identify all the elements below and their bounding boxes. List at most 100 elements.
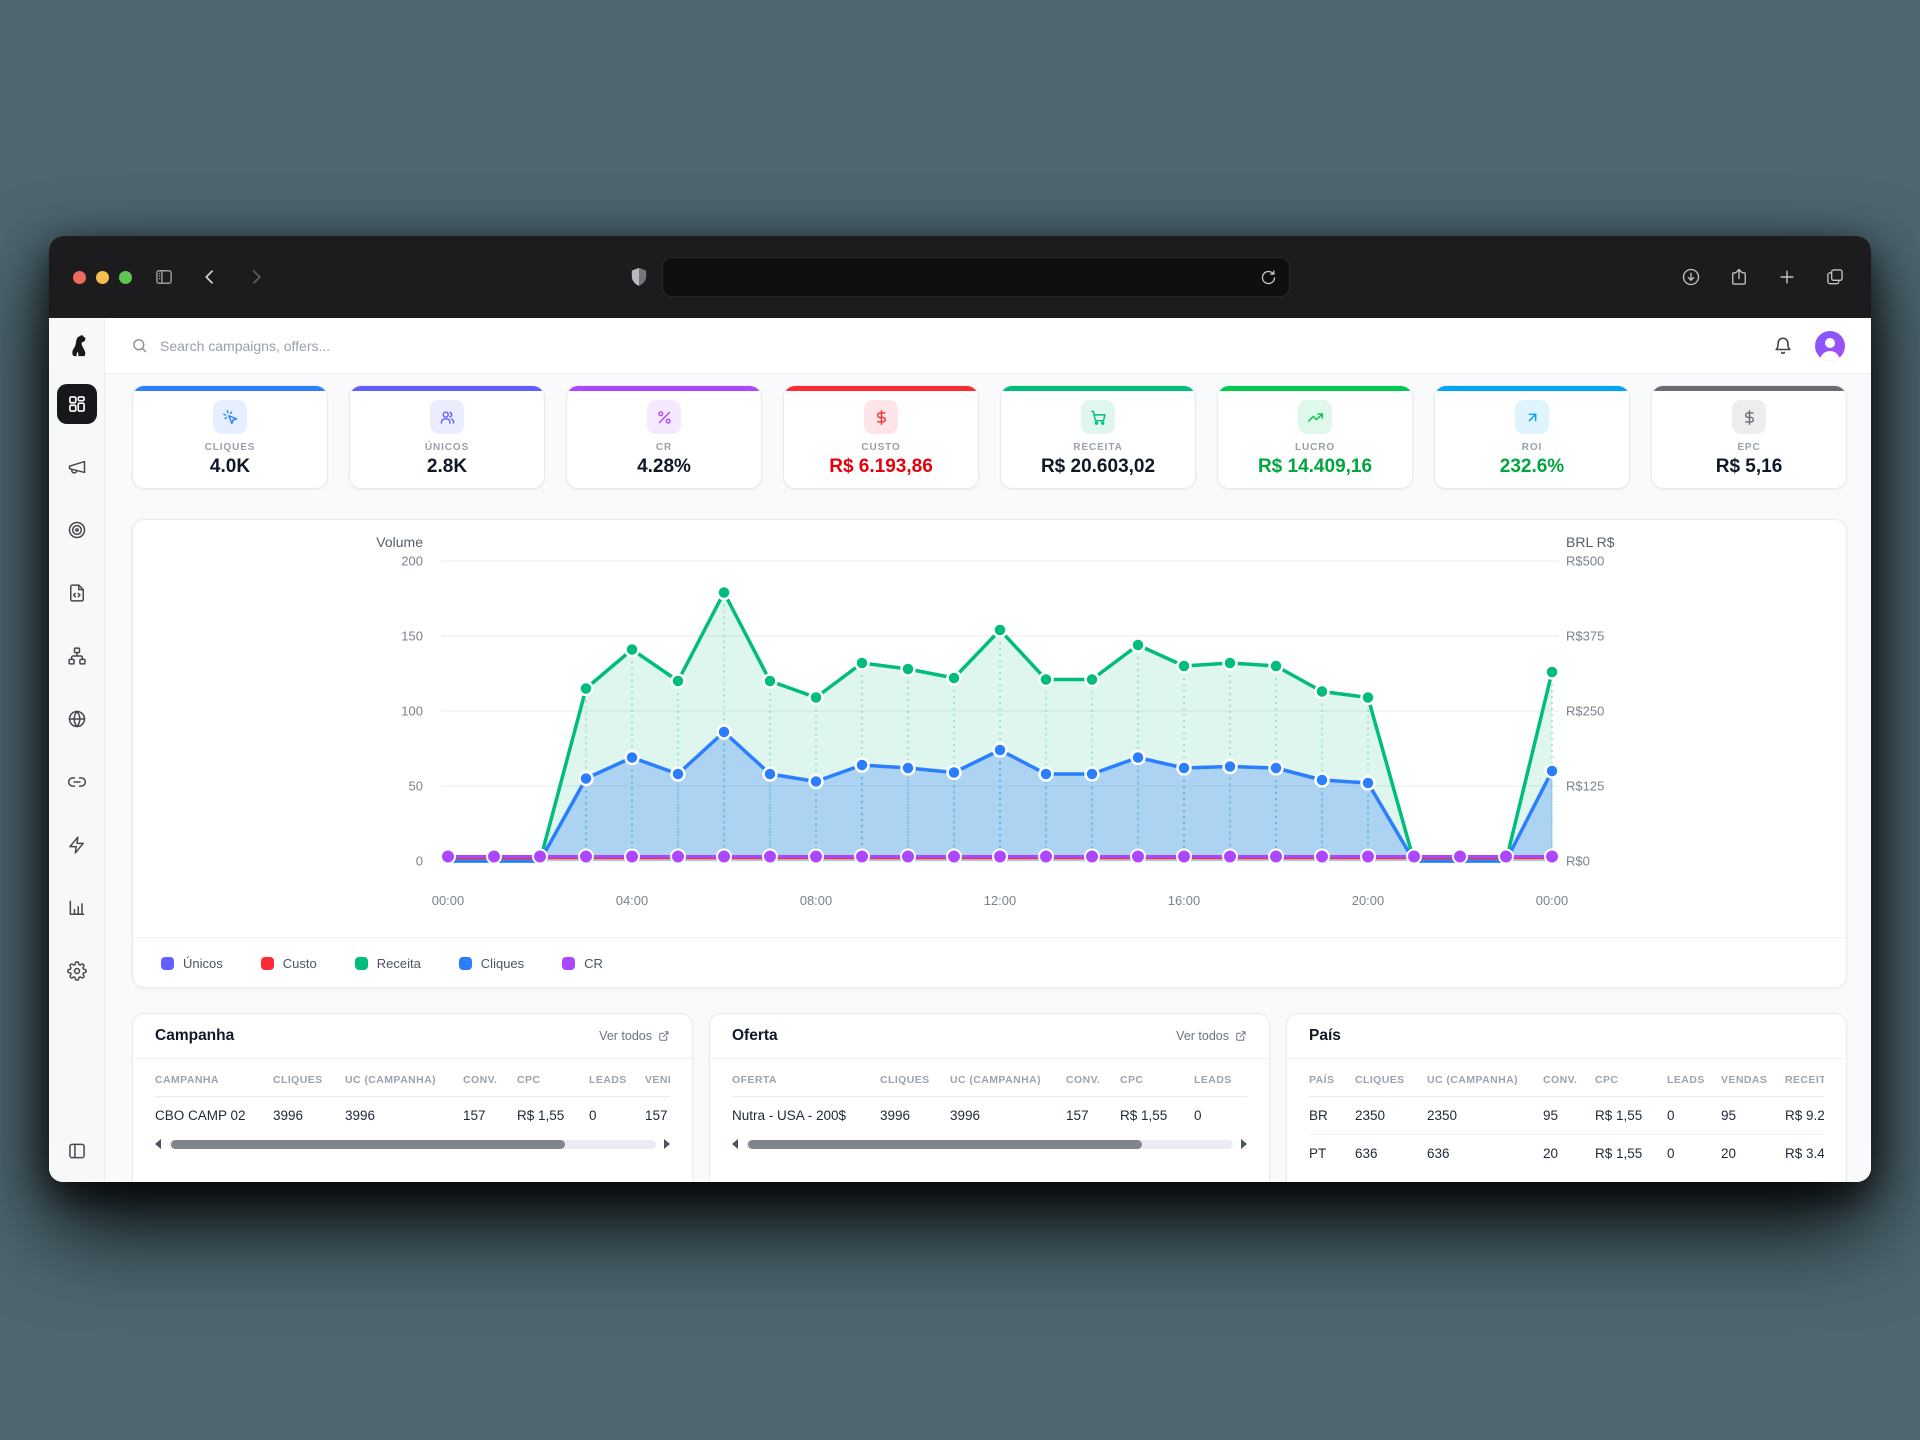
scrollbar-thumb[interactable] <box>748 1140 1142 1149</box>
user-avatar[interactable] <box>1815 331 1845 361</box>
table-cell: 0 <box>1194 1108 1247 1123</box>
close-button[interactable] <box>73 271 86 284</box>
app-frame: CLIQUES4.0KÚNICOS2.8KCR4.28%CUSTOR$ 6.19… <box>49 318 1871 1182</box>
app-logo-dog-icon[interactable] <box>64 318 90 374</box>
svg-text:12:00: 12:00 <box>984 893 1017 908</box>
scrollbar-thumb[interactable] <box>171 1140 565 1149</box>
share-icon[interactable] <box>1729 267 1749 287</box>
table-cell: R$ 9.288,09 <box>1785 1108 1824 1123</box>
table-cell: 20 <box>1721 1146 1785 1161</box>
address-bar[interactable] <box>662 257 1290 297</box>
privacy-shield-icon[interactable] <box>630 267 648 287</box>
sidebar-item-flows[interactable] <box>57 636 97 676</box>
ver-todos-label: Ver todos <box>1176 1029 1229 1043</box>
horizontal-scrollbar[interactable] <box>732 1139 1247 1149</box>
legend-item-custo[interactable]: Custo <box>261 956 317 971</box>
table-row[interactable]: CBO CAMP 0239963996157R$ 1,550157R <box>155 1097 670 1134</box>
sidebar-item-dashboard[interactable] <box>57 384 97 424</box>
minimize-button[interactable] <box>96 271 109 284</box>
kpi-card-epc: EPCR$ 5,16 <box>1651 385 1847 489</box>
kpi-label: RECEITA <box>1073 442 1122 453</box>
legend-swatch <box>562 957 575 970</box>
panel-collapse-icon[interactable] <box>67 1141 87 1166</box>
table-cell: 0 <box>1667 1108 1721 1123</box>
column-header: CPC <box>517 1074 589 1086</box>
tab-overview-icon[interactable] <box>1825 267 1845 287</box>
ver-todos-link[interactable]: Ver todos <box>1176 1029 1247 1043</box>
table-card-pais: PaísPAÍSCLIQUESUC (CAMPANHA)CONV.CPCLEAD… <box>1286 1013 1847 1182</box>
column-header: CLIQUES <box>880 1074 950 1086</box>
sidebar-toggle-icon[interactable] <box>154 267 174 287</box>
kpi-value: 232.6% <box>1500 456 1564 478</box>
table-cell: 95 <box>1721 1108 1785 1123</box>
table-cell: Nutra - USA - 200$ <box>732 1108 880 1123</box>
scroll-left-arrow[interactable] <box>155 1139 161 1149</box>
scroll-right-arrow[interactable] <box>1241 1139 1247 1149</box>
kpi-card-cliques: CLIQUES4.0K <box>132 385 328 489</box>
kpi-value: R$ 6.193,86 <box>829 456 933 478</box>
kpi-accent-bar <box>1001 386 1195 391</box>
scroll-right-arrow[interactable] <box>664 1139 670 1149</box>
zap-icon <box>67 835 87 855</box>
legend-item-únicos[interactable]: Únicos <box>161 956 223 971</box>
table-row[interactable]: Nutra - USA - 200$39963996157R$ 1,550157 <box>732 1097 1247 1134</box>
sidebar-item-offers[interactable] <box>57 510 97 550</box>
table-title: Campanha <box>155 1027 234 1045</box>
svg-text:50: 50 <box>409 779 423 794</box>
sidebar-item-links[interactable] <box>57 762 97 802</box>
svg-text:04:00: 04:00 <box>616 893 649 908</box>
table-cell: 0 <box>589 1108 645 1123</box>
users-icon <box>430 400 464 434</box>
table-row[interactable]: PT63663620R$ 1,55020R$ 3.484,10 <box>1309 1134 1824 1172</box>
zoom-button[interactable] <box>119 271 132 284</box>
back-button[interactable] <box>200 267 220 287</box>
global-search[interactable] <box>131 337 1773 354</box>
sidebar-item-settings[interactable] <box>57 951 97 991</box>
column-header: UC (CAMPANHA) <box>950 1074 1066 1086</box>
ver-todos-link[interactable]: Ver todos <box>599 1029 670 1043</box>
legend-item-receita[interactable]: Receita <box>355 956 421 971</box>
sidebar-item-domains[interactable] <box>57 699 97 739</box>
table-cell: 3996 <box>345 1108 463 1123</box>
dollar-icon <box>1732 400 1766 434</box>
browser-window: CLIQUES4.0KÚNICOS2.8KCR4.28%CUSTOR$ 6.19… <box>49 236 1871 1182</box>
table-cell: 3996 <box>273 1108 345 1123</box>
traffic-lights <box>73 271 132 284</box>
table-row[interactable]: BR2350235095R$ 1,55095R$ 9.288,09 <box>1309 1097 1824 1134</box>
legend-swatch <box>459 957 472 970</box>
sidebar-item-campaigns[interactable] <box>57 447 97 487</box>
kpi-accent-bar <box>784 386 978 391</box>
link-icon <box>67 772 87 792</box>
legend-item-cr[interactable]: CR <box>562 956 603 971</box>
sidebar-item-automation[interactable] <box>57 825 97 865</box>
svg-text:16:00: 16:00 <box>1168 893 1201 908</box>
notifications-bell-icon[interactable] <box>1773 336 1793 356</box>
legend-swatch <box>261 957 274 970</box>
scroll-left-arrow[interactable] <box>732 1139 738 1149</box>
scrollbar-track[interactable] <box>746 1140 1233 1149</box>
settings-icon <box>67 961 87 981</box>
forward-button[interactable] <box>246 267 266 287</box>
megaphone-icon <box>67 457 87 477</box>
kpi-accent-bar <box>133 386 327 391</box>
kpi-value: R$ 14.409,16 <box>1258 456 1372 478</box>
sidebar-item-reports[interactable] <box>57 888 97 928</box>
new-tab-icon[interactable] <box>1777 267 1797 287</box>
app-header <box>105 318 1871 374</box>
downloads-icon[interactable] <box>1681 267 1701 287</box>
scrollbar-track[interactable] <box>169 1140 656 1149</box>
svg-text:150: 150 <box>401 629 423 644</box>
kpi-accent-bar <box>567 386 761 391</box>
table-cell: R$ 1,55 <box>1120 1108 1194 1123</box>
reload-icon[interactable] <box>1260 269 1277 286</box>
column-header: CONV. <box>1066 1074 1120 1086</box>
column-header: CLIQUES <box>273 1074 345 1086</box>
legend-label: Receita <box>377 956 421 971</box>
traffic-chart-card: VolumeBRL R$050100150200R$0R$125R$250R$3… <box>132 519 1847 988</box>
legend-item-cliques[interactable]: Cliques <box>459 956 524 971</box>
search-input[interactable] <box>160 338 580 354</box>
sidebar-item-landing-pages[interactable] <box>57 573 97 613</box>
legend-swatch <box>161 957 174 970</box>
svg-text:100: 100 <box>401 704 423 719</box>
horizontal-scrollbar[interactable] <box>155 1139 670 1149</box>
